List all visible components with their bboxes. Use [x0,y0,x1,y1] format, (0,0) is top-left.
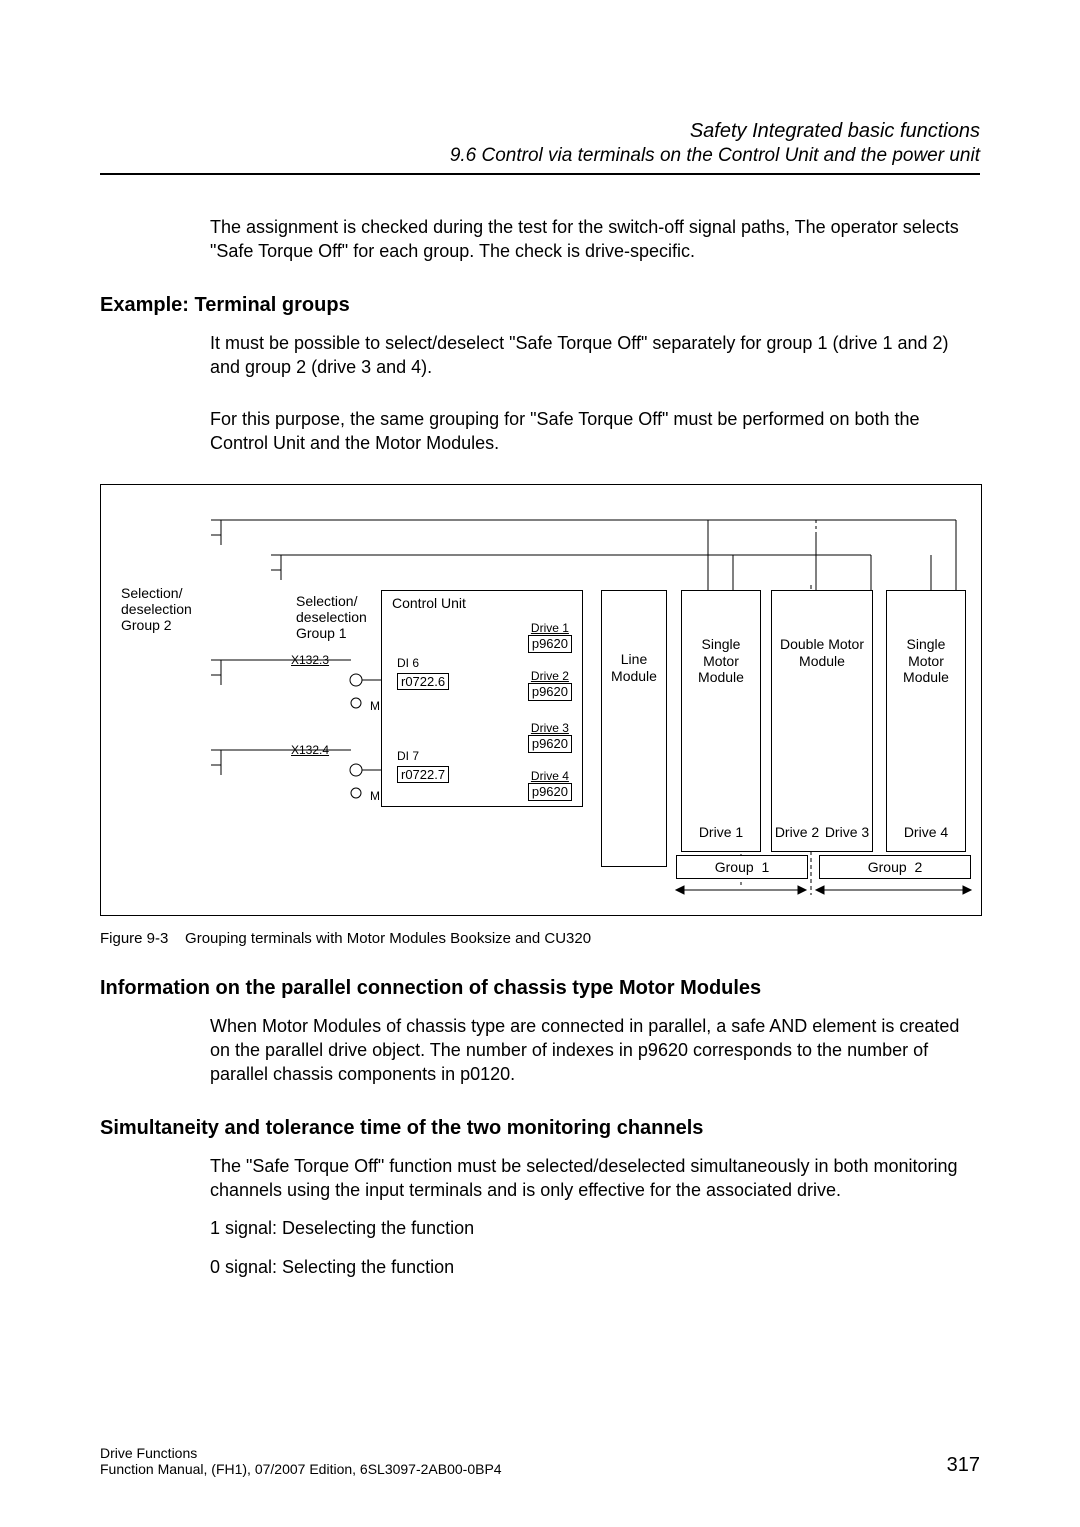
x1323-label: X132.3 [291,653,329,667]
double-motor-module: Double Motor Module Drive 2 Drive 3 [771,590,873,852]
group1-box: Group 1 [676,855,808,879]
di6-label: DI 6 [397,656,419,670]
drive-4-label: Drive 4 [887,824,965,841]
footer-line1: Drive Functions [100,1445,980,1461]
label-sel-g2: Selection/ deselection Group 2 [121,585,192,633]
example-p2: For this purpose, the same grouping for … [210,407,980,456]
line-module-box: Line Module [601,590,667,867]
example-p1: It must be possible to select/deselect "… [210,331,980,380]
footer-line2: Function Manual, (FH1), 07/2007 Edition,… [100,1461,980,1477]
drive1-block: Drive 1 p9620 [528,621,572,653]
x1324-label: X132.4 [291,743,329,757]
single-motor-module-1: Single Motor Module Drive 1 [681,590,761,852]
single-motor-module-2: Single Motor Module Drive 4 [886,590,966,852]
di7-label: DI 7 [397,749,419,763]
drive-1-label: Drive 1 [682,824,760,841]
r07226-box: r0722.6 [397,673,449,691]
example-heading: Example: Terminal groups [100,294,980,317]
drive-2-label: Drive 2 [772,824,822,841]
label-sel-g1: Selection/ deselection Group 1 [296,593,367,641]
figure-terminal-groups: M EP MEP MEP M EP [100,484,982,916]
drive2-block: Drive 2 p9620 [528,669,572,701]
control-unit-box: Control Unit Drive 1 p9620 DI 6 r0722.6 … [381,590,583,807]
simul-p3: 0 signal: Selecting the function [210,1255,980,1279]
page-number: 317 [947,1454,980,1477]
control-unit-title: Control Unit [382,591,582,612]
figure-caption: Figure 9-3 Grouping terminals with Motor… [100,930,980,947]
page-footer: Drive Functions Function Manual, (FH1), … [100,1445,980,1477]
info-heading: Information on the parallel connection o… [100,977,980,1000]
simul-p2: 1 signal: Deselecting the function [210,1216,980,1240]
simul-p1: The "Safe Torque Off" function must be s… [210,1154,980,1203]
r07227-box: r0722.7 [397,766,449,784]
group2-box: Group 2 [819,855,971,879]
m-label-2: M [370,789,380,803]
drive4-block: Drive 4 p9620 [528,769,572,801]
drive3-block: Drive 3 p9620 [528,721,572,753]
info-p1: When Motor Modules of chassis type are c… [210,1014,980,1087]
intro-paragraph: The assignment is checked during the tes… [210,215,980,264]
m-label-1: M [370,699,380,713]
header-section: 9.6 Control via terminals on the Control… [100,145,980,175]
simul-heading: Simultaneity and tolerance time of the t… [100,1117,980,1140]
header-chapter: Safety Integrated basic functions [100,120,980,143]
drive-3-label: Drive 3 [822,824,872,841]
